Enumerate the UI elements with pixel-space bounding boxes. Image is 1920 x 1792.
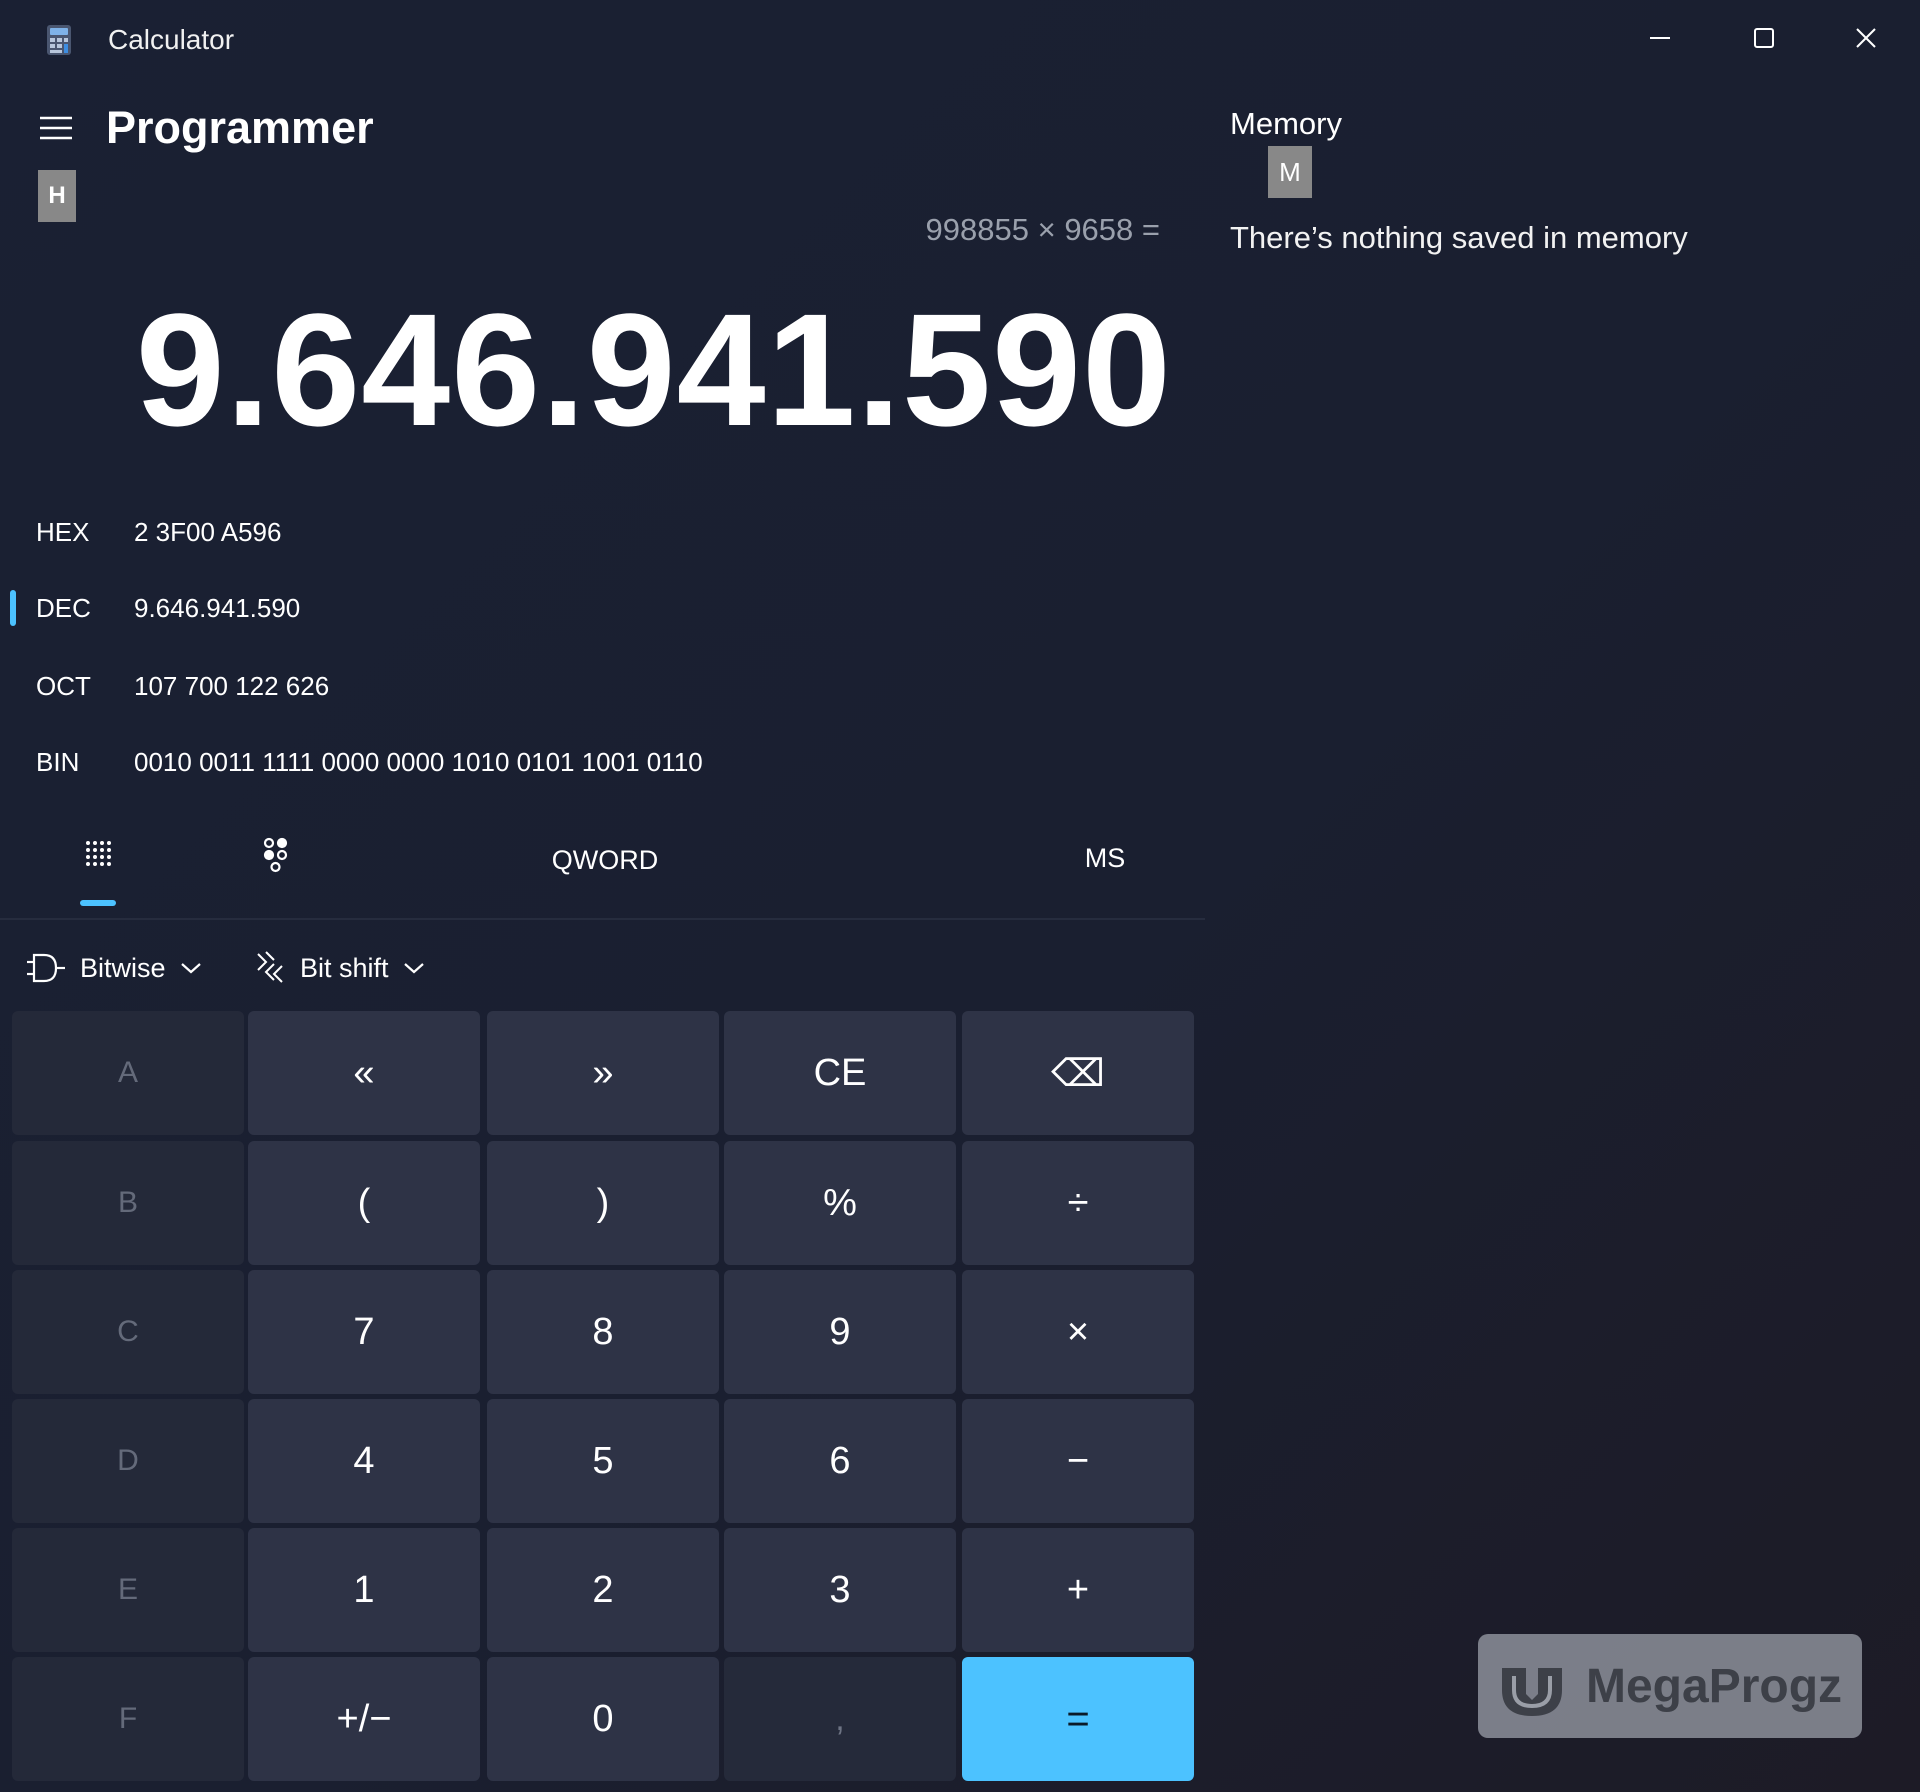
key-8[interactable]: 8 xyxy=(487,1270,719,1394)
memory-badge[interactable]: M xyxy=(1268,146,1312,198)
close-icon xyxy=(1856,28,1876,48)
key-clear-entry[interactable]: CE xyxy=(724,1011,956,1135)
radix-row-hex[interactable]: HEX 2 3F00 A596 xyxy=(0,502,1000,562)
key-1[interactable]: 1 xyxy=(248,1528,480,1652)
radix-label: OCT xyxy=(36,671,91,701)
key-9[interactable]: 9 xyxy=(724,1270,956,1394)
calculator-icon xyxy=(47,25,71,55)
key-shift-left[interactable]: « xyxy=(248,1011,480,1135)
selected-indicator xyxy=(10,590,16,626)
memory-store-button[interactable]: MS xyxy=(1060,838,1150,878)
key-equals[interactable]: = xyxy=(962,1657,1194,1781)
radix-value: 107 700 122 626 xyxy=(134,671,330,701)
bitshift-label: Bit shift xyxy=(300,952,389,983)
chevron-down-icon xyxy=(403,963,424,974)
window-title: Calculator xyxy=(108,24,235,55)
key-c[interactable]: C xyxy=(12,1270,244,1394)
key-close-paren[interactable]: ) xyxy=(487,1141,719,1265)
calculator-window: Calculator Programmer H 998855 × 9658 = … xyxy=(0,0,1920,1792)
expression-display: 998855 × 9658 = xyxy=(925,212,1160,247)
key-7[interactable]: 7 xyxy=(248,1270,480,1394)
hamburger-icon xyxy=(40,116,72,140)
key-negate[interactable]: +/− xyxy=(248,1657,480,1781)
bitwise-label: Bitwise xyxy=(80,952,166,983)
key-b[interactable]: B xyxy=(12,1141,244,1265)
key-open-paren[interactable]: ( xyxy=(248,1141,480,1265)
radix-value: 0010 0011 1111 0000 0000 1010 0101 1001 … xyxy=(134,747,703,777)
key-3[interactable]: 3 xyxy=(724,1528,956,1652)
result-display: 9.646.941.590 xyxy=(135,280,1172,459)
bit-toggle-keypad-tab[interactable] xyxy=(240,820,312,890)
key-e[interactable]: E xyxy=(12,1528,244,1652)
radix-row-bin[interactable]: BIN 0010 0011 1111 0000 0000 1010 0101 1… xyxy=(0,732,1000,792)
active-tab-indicator xyxy=(80,900,116,906)
maximize-icon xyxy=(1754,28,1774,48)
page-title: Programmer xyxy=(106,102,374,153)
bit-shift-icon xyxy=(257,951,283,983)
radix-label: HEX xyxy=(36,517,90,547)
bitwise-dropdown[interactable]: Bitwise xyxy=(26,940,202,996)
key-4[interactable]: 4 xyxy=(248,1399,480,1523)
key-a[interactable]: A xyxy=(12,1011,244,1135)
memory-empty-message: There’s nothing saved in memory xyxy=(1230,220,1688,255)
chevron-down-icon xyxy=(180,963,201,974)
bit-toggle-keypad-icon xyxy=(263,837,288,873)
minimize-button[interactable] xyxy=(1610,8,1710,68)
key-f[interactable]: F xyxy=(12,1657,244,1781)
bitshift-dropdown[interactable]: Bit shift xyxy=(254,940,425,996)
radix-row-oct[interactable]: OCT 107 700 122 626 xyxy=(0,656,1000,716)
key-5[interactable]: 5 xyxy=(487,1399,719,1523)
key-shift-right[interactable]: » xyxy=(487,1011,719,1135)
navigation-menu-button[interactable] xyxy=(36,108,76,148)
maximize-button[interactable] xyxy=(1714,8,1814,68)
key-6[interactable]: 6 xyxy=(724,1399,956,1523)
radix-row-dec[interactable]: DEC 9.646.941.590 xyxy=(0,578,1000,638)
word-size-button[interactable]: QWORD xyxy=(520,840,690,880)
full-keypad-tab[interactable] xyxy=(62,820,134,890)
radix-label: BIN xyxy=(36,747,80,777)
key-divide[interactable]: ÷ xyxy=(962,1141,1194,1265)
key-2[interactable]: 2 xyxy=(487,1528,719,1652)
logic-gate-icon xyxy=(27,953,65,983)
toolbar-divider xyxy=(0,918,1205,920)
radix-value: 9.646.941.590 xyxy=(134,593,301,623)
close-button[interactable] xyxy=(1816,8,1916,68)
radix-label: DEC xyxy=(36,593,91,623)
full-keypad-icon xyxy=(86,841,111,866)
key-modulo[interactable]: % xyxy=(724,1141,956,1265)
key-d[interactable]: D xyxy=(12,1399,244,1523)
key-backspace[interactable]: ⌫ xyxy=(962,1011,1194,1135)
key-subtract[interactable]: − xyxy=(962,1399,1194,1523)
history-badge[interactable]: H xyxy=(38,170,76,222)
key-multiply[interactable]: × xyxy=(962,1270,1194,1394)
key-decimal[interactable]: , xyxy=(724,1657,956,1781)
memory-title: Memory xyxy=(1230,106,1342,141)
key-0[interactable]: 0 xyxy=(487,1657,719,1781)
megaprogz-logo-icon xyxy=(1502,1668,1562,1716)
radix-value: 2 3F00 A596 xyxy=(134,517,282,547)
watermark: MegaProgz xyxy=(1478,1634,1862,1738)
key-add[interactable]: + xyxy=(962,1528,1194,1652)
minimize-icon xyxy=(1650,37,1670,39)
watermark-text: MegaProgz xyxy=(1586,1659,1843,1713)
